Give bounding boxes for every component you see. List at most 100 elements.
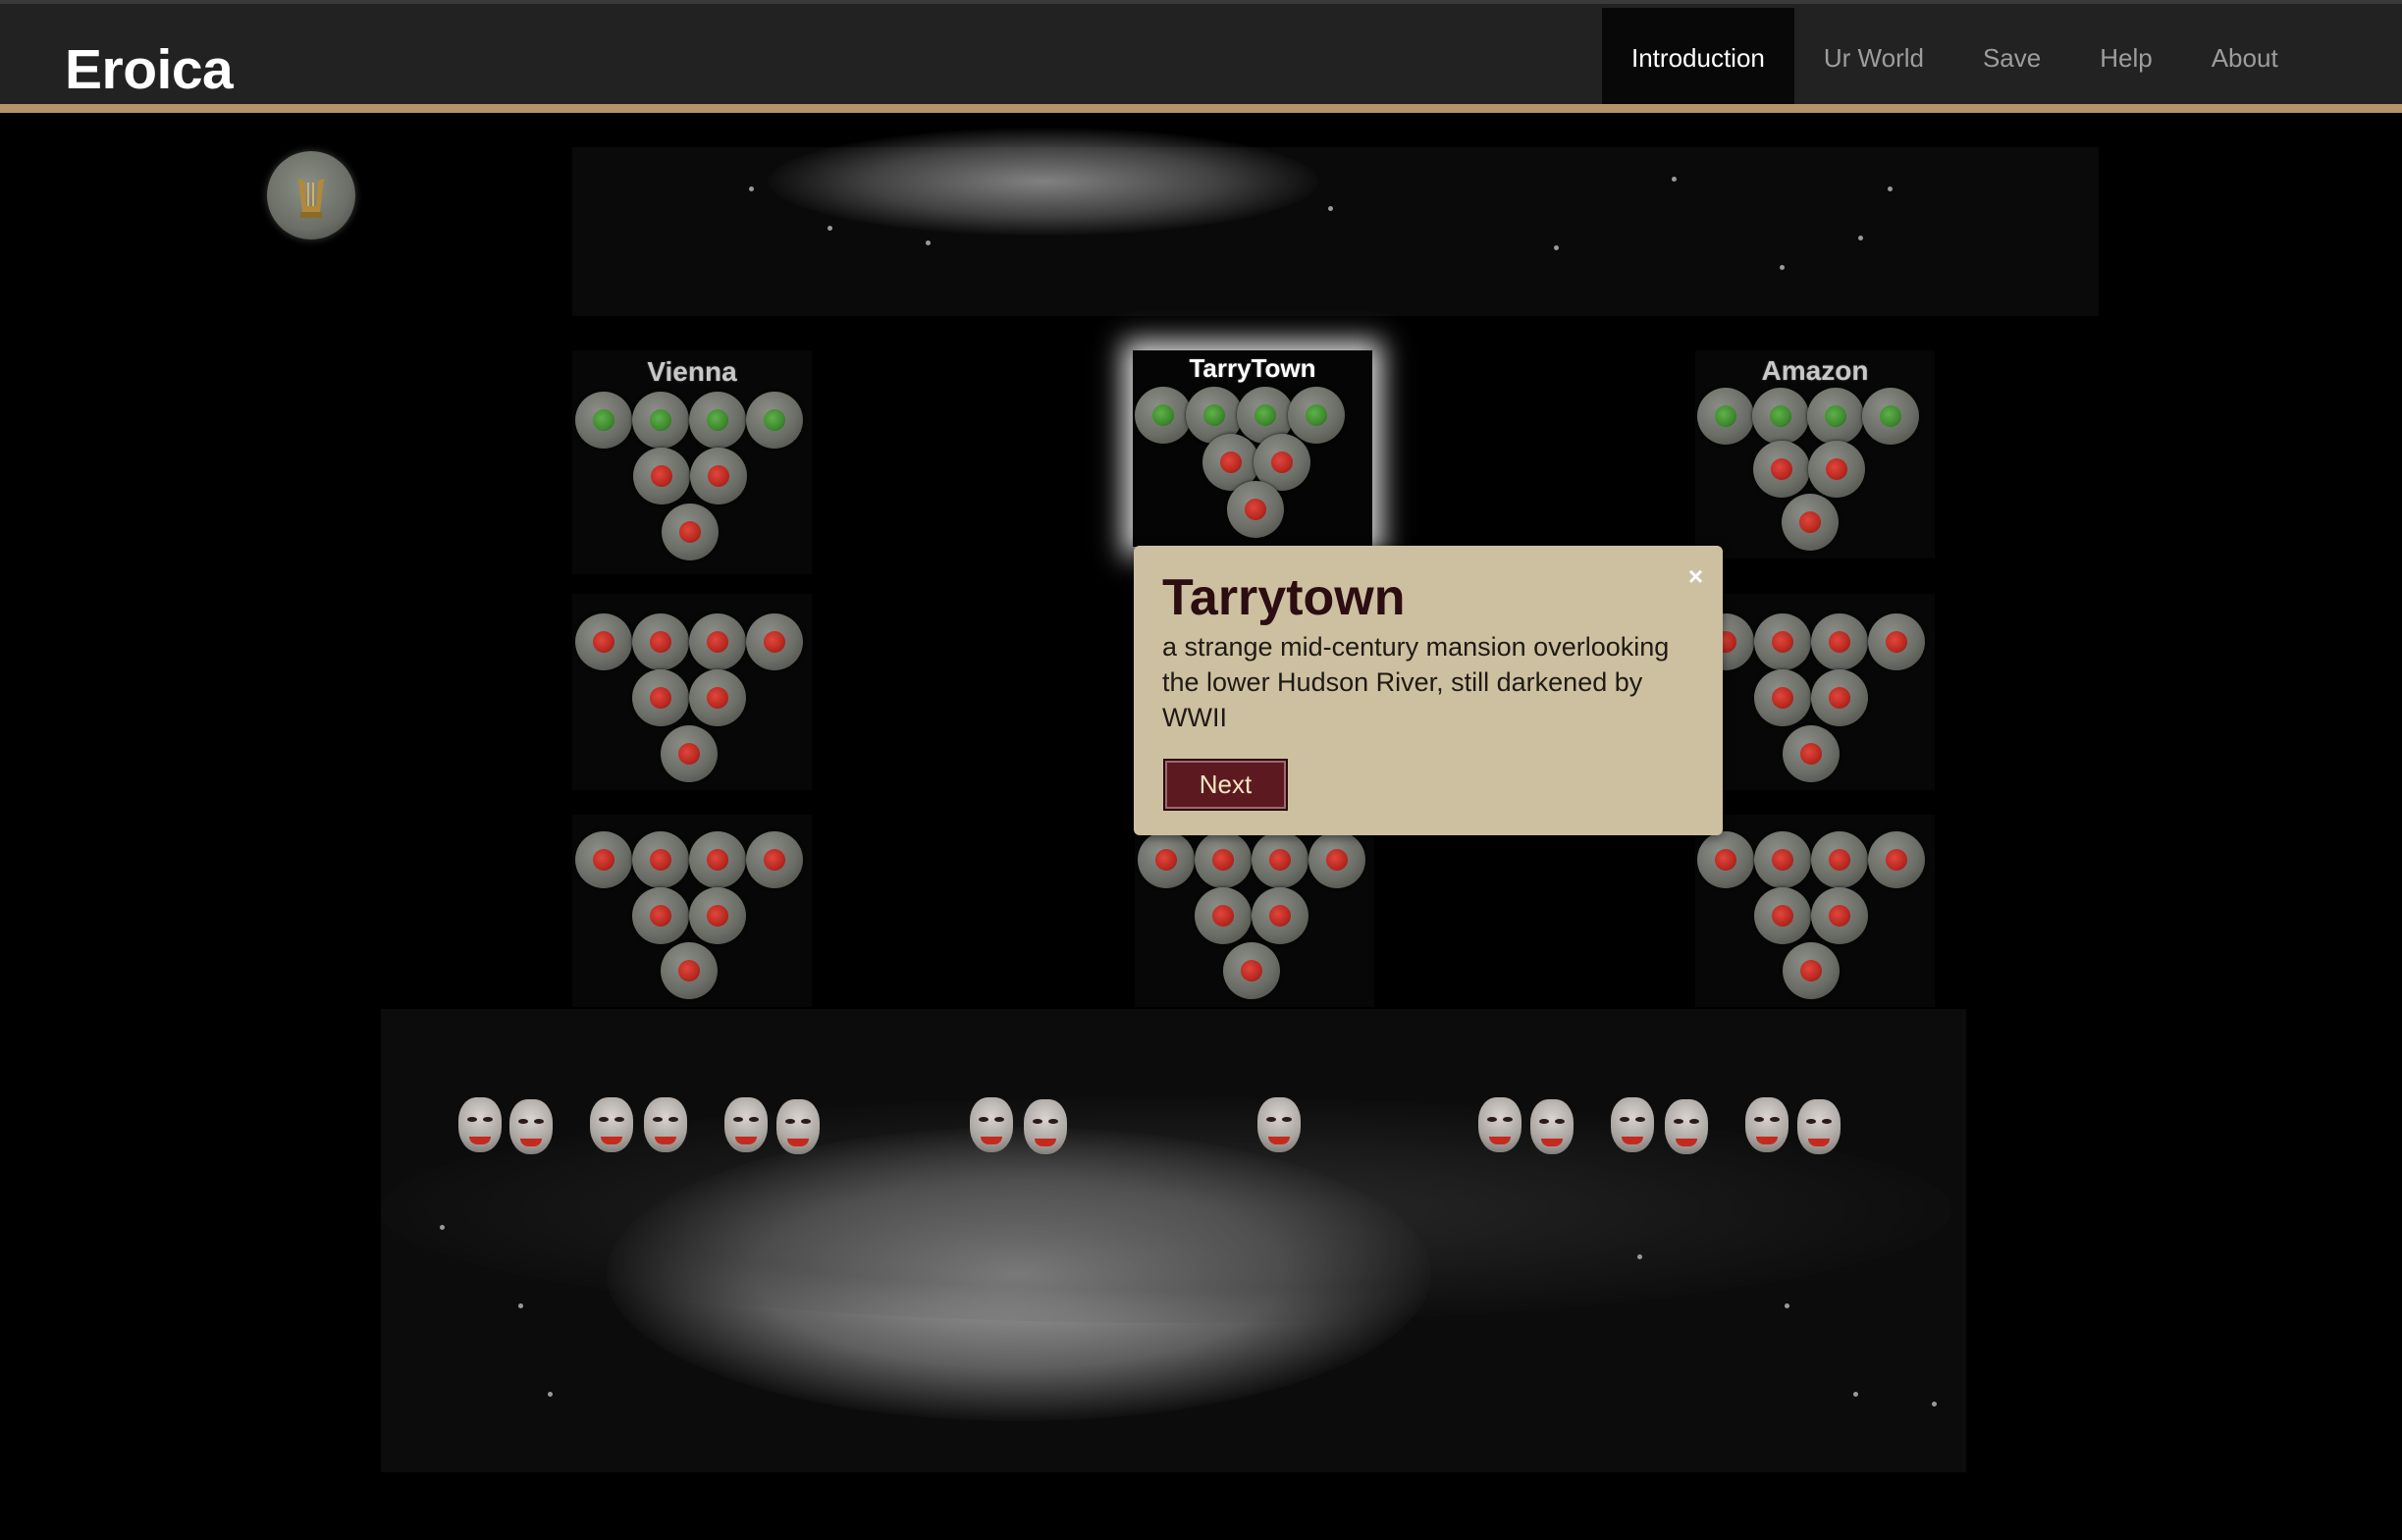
mask-figure[interactable]	[776, 1099, 820, 1154]
location-node[interactable]	[689, 392, 746, 449]
location-node[interactable]	[1288, 387, 1345, 444]
location-node[interactable]	[690, 448, 747, 504]
location-node[interactable]	[1195, 831, 1252, 888]
location-node[interactable]	[575, 831, 632, 888]
mask-figure[interactable]	[1611, 1097, 1654, 1152]
location-node[interactable]	[632, 669, 689, 726]
mask-figure[interactable]	[644, 1097, 687, 1152]
location-node[interactable]	[1862, 388, 1919, 445]
location-node[interactable]	[746, 613, 803, 670]
location-tile-tarrytown[interactable]: TarryTown	[1133, 350, 1372, 547]
location-node[interactable]	[689, 669, 746, 726]
mask-figure[interactable]	[590, 1097, 633, 1152]
location-label: Amazon	[1761, 355, 1869, 386]
location-node[interactable]	[1223, 942, 1280, 999]
location-node[interactable]	[1868, 613, 1925, 670]
star	[1785, 1303, 1789, 1308]
star	[1554, 245, 1559, 250]
star	[1780, 265, 1785, 270]
mask-figure[interactable]	[1745, 1097, 1788, 1152]
star	[518, 1303, 523, 1308]
location-node[interactable]	[1868, 831, 1925, 888]
nav-item-introduction[interactable]: Introduction	[1602, 8, 1794, 104]
location-node[interactable]	[1195, 887, 1252, 944]
mask-figure[interactable]	[724, 1097, 768, 1152]
nav-item-save[interactable]: Save	[1953, 8, 2070, 104]
mask-figure[interactable]	[458, 1097, 502, 1152]
location-node[interactable]	[575, 613, 632, 670]
location-node[interactable]	[632, 887, 689, 944]
location-node[interactable]	[689, 831, 746, 888]
location-tile-row2-right[interactable]	[1695, 594, 1935, 790]
location-node[interactable]	[1754, 831, 1811, 888]
mask-figure[interactable]	[1024, 1099, 1067, 1154]
location-node[interactable]	[1754, 669, 1811, 726]
location-node[interactable]	[1227, 481, 1284, 538]
location-tile-row2-left[interactable]	[572, 594, 812, 790]
location-node[interactable]	[632, 831, 689, 888]
location-node[interactable]	[1252, 887, 1308, 944]
star	[1888, 186, 1893, 191]
lyre-icon	[298, 179, 324, 218]
star	[1328, 206, 1333, 211]
location-node[interactable]	[661, 725, 718, 782]
mask-figure[interactable]	[1530, 1099, 1574, 1154]
location-node[interactable]	[1752, 388, 1809, 445]
mask-figure[interactable]	[1478, 1097, 1521, 1152]
location-node[interactable]	[1783, 942, 1840, 999]
mask-figure[interactable]	[1665, 1099, 1708, 1154]
location-tile-vienna[interactable]: Vienna	[572, 350, 812, 574]
star	[1858, 236, 1863, 240]
location-node[interactable]	[1308, 831, 1365, 888]
location-node[interactable]	[1808, 441, 1865, 498]
location-node[interactable]	[1697, 831, 1754, 888]
nav-item-help[interactable]: Help	[2070, 8, 2181, 104]
star	[827, 226, 832, 231]
star	[1853, 1392, 1858, 1397]
nav-item-about[interactable]: About	[2182, 8, 2308, 104]
location-node[interactable]	[1135, 387, 1192, 444]
location-tile-row3-right[interactable]	[1695, 815, 1935, 1007]
location-node[interactable]	[689, 887, 746, 944]
location-node[interactable]	[746, 831, 803, 888]
location-node[interactable]	[633, 448, 690, 504]
location-tile-row3-center[interactable]	[1135, 815, 1374, 1007]
location-node[interactable]	[1811, 613, 1868, 670]
location-node[interactable]	[1811, 831, 1868, 888]
location-node[interactable]	[1811, 669, 1868, 726]
next-button[interactable]: Next	[1163, 759, 1288, 811]
location-node[interactable]	[661, 942, 718, 999]
nav-item-ur-world[interactable]: Ur World	[1794, 8, 1953, 104]
star	[440, 1225, 445, 1230]
location-node[interactable]	[746, 392, 803, 449]
location-node[interactable]	[575, 392, 632, 449]
location-node[interactable]	[1783, 725, 1840, 782]
location-node[interactable]	[1807, 388, 1864, 445]
location-node[interactable]	[689, 613, 746, 670]
location-node[interactable]	[1138, 831, 1195, 888]
location-tile-row3-left[interactable]	[572, 815, 812, 1007]
popover-title: Tarrytown	[1162, 569, 1406, 626]
location-node[interactable]	[632, 392, 689, 449]
close-icon[interactable]: ×	[1688, 561, 1703, 592]
mask-figure[interactable]	[1257, 1097, 1301, 1152]
navbar: Eroica Introduction Ur World Save Help A…	[0, 0, 2402, 113]
mask-figure[interactable]	[1797, 1099, 1841, 1154]
location-node[interactable]	[1782, 494, 1839, 551]
sky-panel	[572, 128, 2099, 316]
mask-figure[interactable]	[509, 1099, 553, 1154]
mask-figure[interactable]	[970, 1097, 1013, 1152]
location-node[interactable]	[662, 504, 719, 560]
location-node[interactable]	[1811, 887, 1868, 944]
location-node[interactable]	[1697, 388, 1754, 445]
sky-cloud	[769, 128, 1318, 236]
location-node[interactable]	[632, 613, 689, 670]
location-tile-amazon[interactable]: Amazon	[1695, 350, 1935, 558]
star	[1932, 1402, 1937, 1407]
location-node[interactable]	[1753, 441, 1810, 498]
player-emblem[interactable]	[267, 151, 355, 239]
location-node[interactable]	[1754, 887, 1811, 944]
app-title[interactable]: Eroica	[65, 37, 234, 102]
location-node[interactable]	[1754, 613, 1811, 670]
location-node[interactable]	[1252, 831, 1308, 888]
